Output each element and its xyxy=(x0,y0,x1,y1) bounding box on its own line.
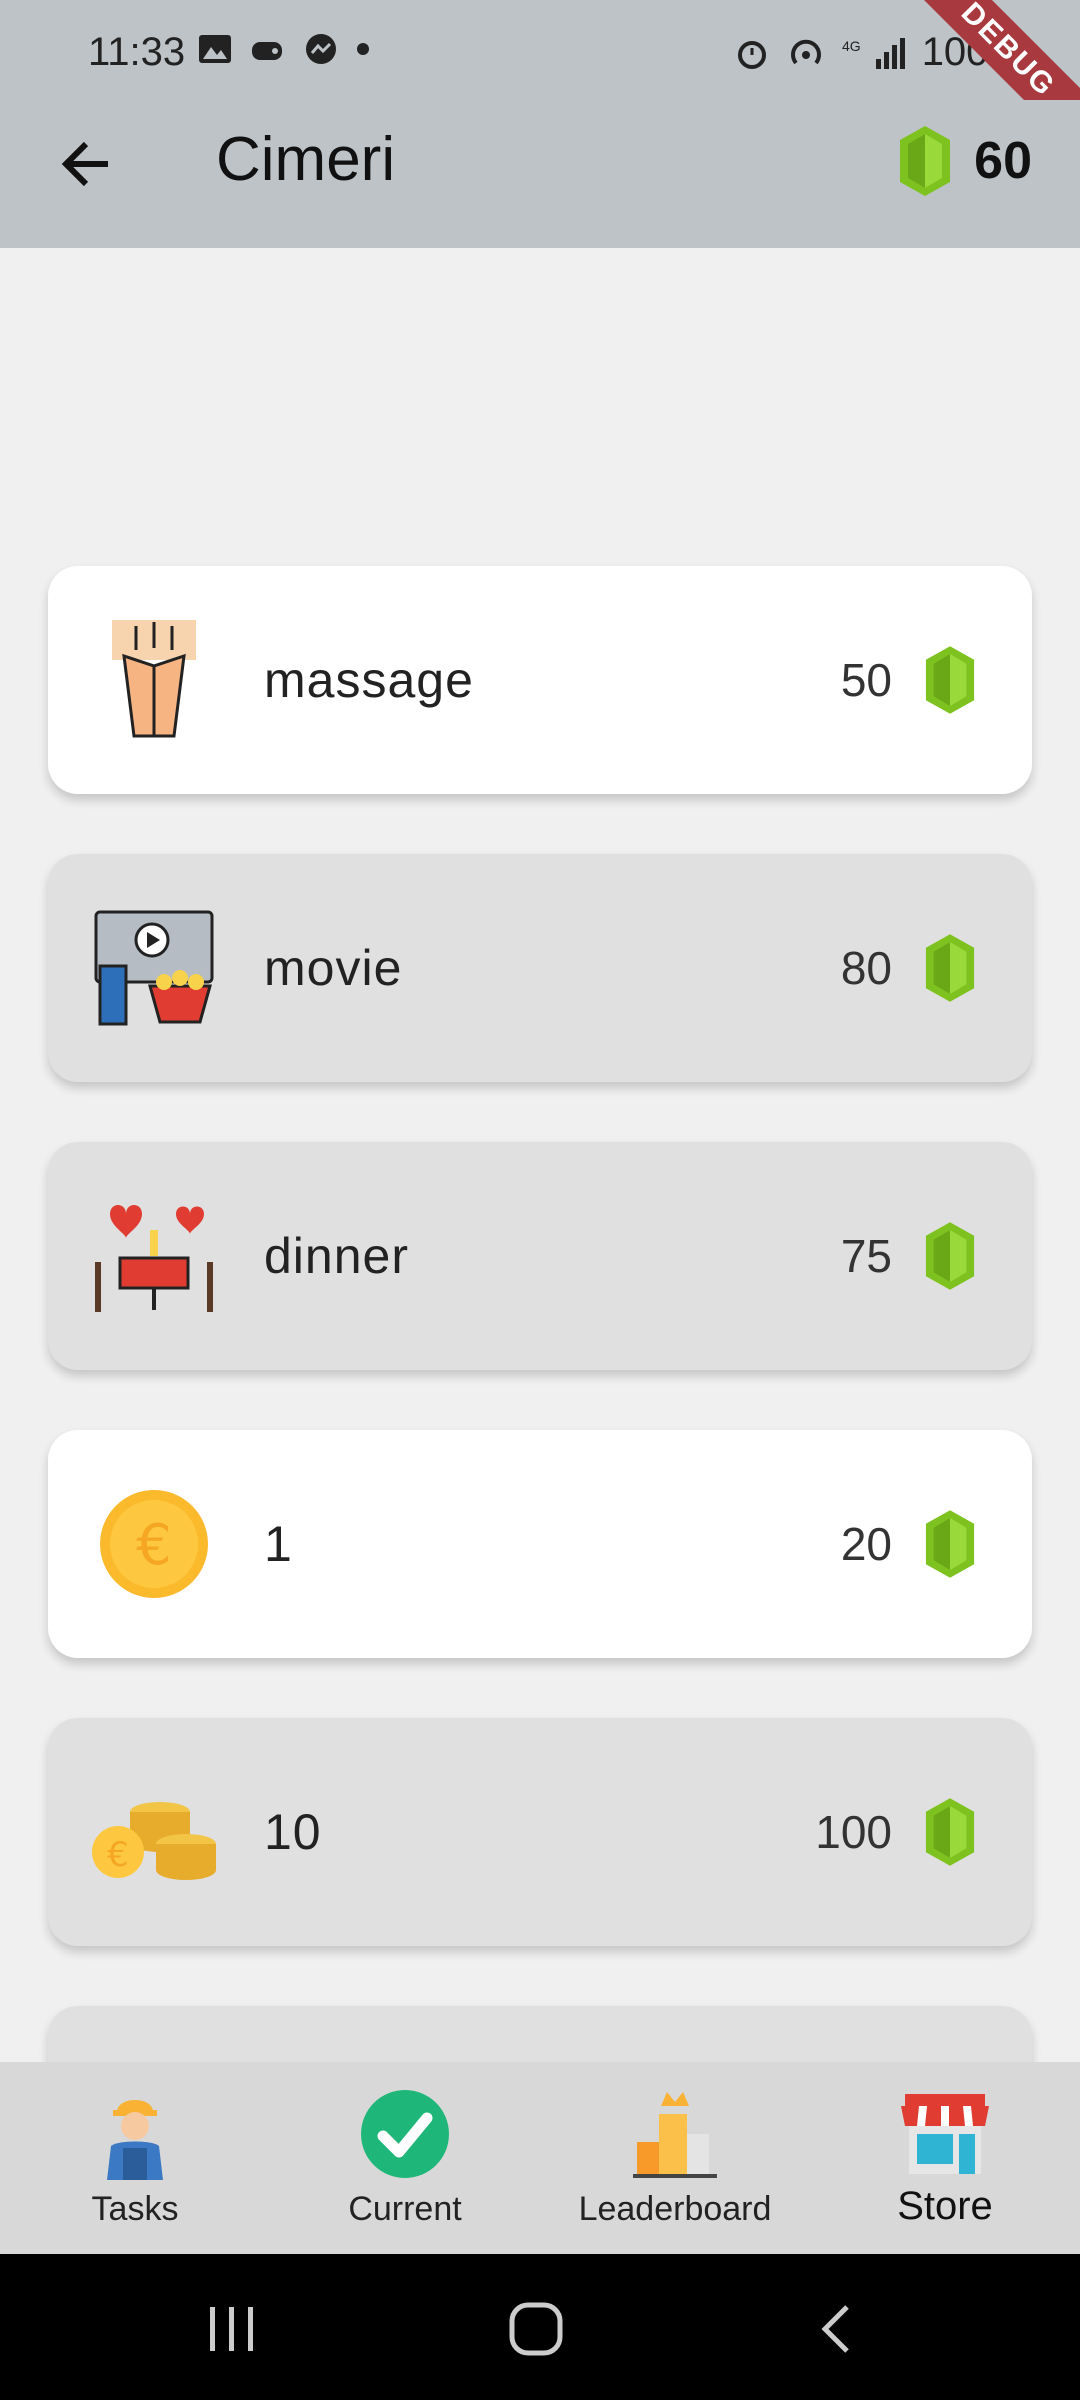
nav-tasks[interactable]: Tasks xyxy=(0,2062,270,2254)
store-item-label: 10 xyxy=(264,1804,322,1860)
recents-icon xyxy=(210,2307,253,2351)
store-item-label: 1 xyxy=(264,1516,293,1572)
worker-icon xyxy=(107,2100,163,2180)
store-item-price: 80 xyxy=(840,942,892,994)
store-item-label: dinner xyxy=(264,1228,409,1284)
nav-store[interactable]: Store xyxy=(810,2062,1080,2254)
svg-text:€: € xyxy=(136,1513,172,1578)
coin-stack-icon: € xyxy=(92,1802,216,1880)
store-item[interactable]: movie 80 xyxy=(48,854,1032,1082)
check-circle-icon xyxy=(361,2090,449,2178)
massage-icon xyxy=(112,620,196,738)
nav-label: Leaderboard xyxy=(578,2190,772,2228)
store-item-price: 75 xyxy=(840,1230,892,1282)
signal-icon: 4G xyxy=(842,37,905,69)
gem-icon xyxy=(925,934,975,1002)
status-time: 11:33 xyxy=(88,30,186,74)
gem-balance-value: 60 xyxy=(974,132,1032,190)
svg-text:4G: 4G xyxy=(842,38,861,54)
gem-icon xyxy=(925,1222,975,1290)
store-item-price: 100 xyxy=(815,1806,892,1858)
page-title: Cimeri xyxy=(216,125,396,194)
euro-coin-icon: € xyxy=(100,1490,208,1598)
gem-balance: 60 xyxy=(898,124,1032,198)
messenger-icon xyxy=(306,34,336,64)
back-button[interactable] xyxy=(50,128,122,200)
bottom-nav: Tasks Current Leaderboard Store xyxy=(0,2062,1080,2254)
gallery-icon xyxy=(199,35,231,63)
podium-icon xyxy=(633,2092,717,2178)
store-list[interactable]: massage 50 movie 80 dinner 75 € 1 20 € 1… xyxy=(0,248,1080,2062)
nav-label: Current xyxy=(348,2190,462,2228)
dot-icon xyxy=(357,43,369,55)
status-bar: 11:33 4G 100% DEBUG xyxy=(0,0,1080,174)
chevron-left-icon xyxy=(821,2305,849,2353)
store-item-price: 50 xyxy=(840,654,892,706)
gem-icon xyxy=(925,1798,975,1866)
store-item[interactable]: massage 50 xyxy=(48,566,1032,794)
nav-label: Tasks xyxy=(91,2190,179,2228)
store-item-label: massage xyxy=(264,652,474,708)
home-icon xyxy=(509,2302,563,2356)
store-item[interactable]: € 10 100 xyxy=(48,1718,1032,1946)
store-item[interactable]: € 1 20 xyxy=(48,1430,1032,1658)
dinner-icon xyxy=(95,1205,213,1312)
nav-current[interactable]: Current xyxy=(270,2062,540,2254)
alarm-icon xyxy=(737,40,766,69)
nav-leaderboard[interactable]: Leaderboard xyxy=(540,2062,810,2254)
hotspot-icon xyxy=(790,39,821,64)
store-item-price: 20 xyxy=(840,1518,892,1570)
gem-icon xyxy=(925,646,975,714)
game-icon xyxy=(252,42,282,60)
store-icon xyxy=(901,2094,989,2174)
gem-icon xyxy=(900,126,951,196)
store-item-label: movie xyxy=(264,940,403,996)
recent-apps-button[interactable] xyxy=(192,2294,272,2364)
system-nav-bar xyxy=(0,2254,1080,2400)
store-item[interactable]: dinner 75 xyxy=(48,1142,1032,1370)
store-item[interactable] xyxy=(48,2006,1032,2062)
gem-icon xyxy=(925,1510,975,1578)
home-button[interactable] xyxy=(496,2294,576,2364)
nav-label: Store xyxy=(897,2184,993,2228)
back-nav-button[interactable] xyxy=(798,2294,878,2364)
arrow-left-icon xyxy=(61,141,108,187)
svg-text:€: € xyxy=(107,1835,129,1875)
movie-icon xyxy=(94,910,214,1026)
